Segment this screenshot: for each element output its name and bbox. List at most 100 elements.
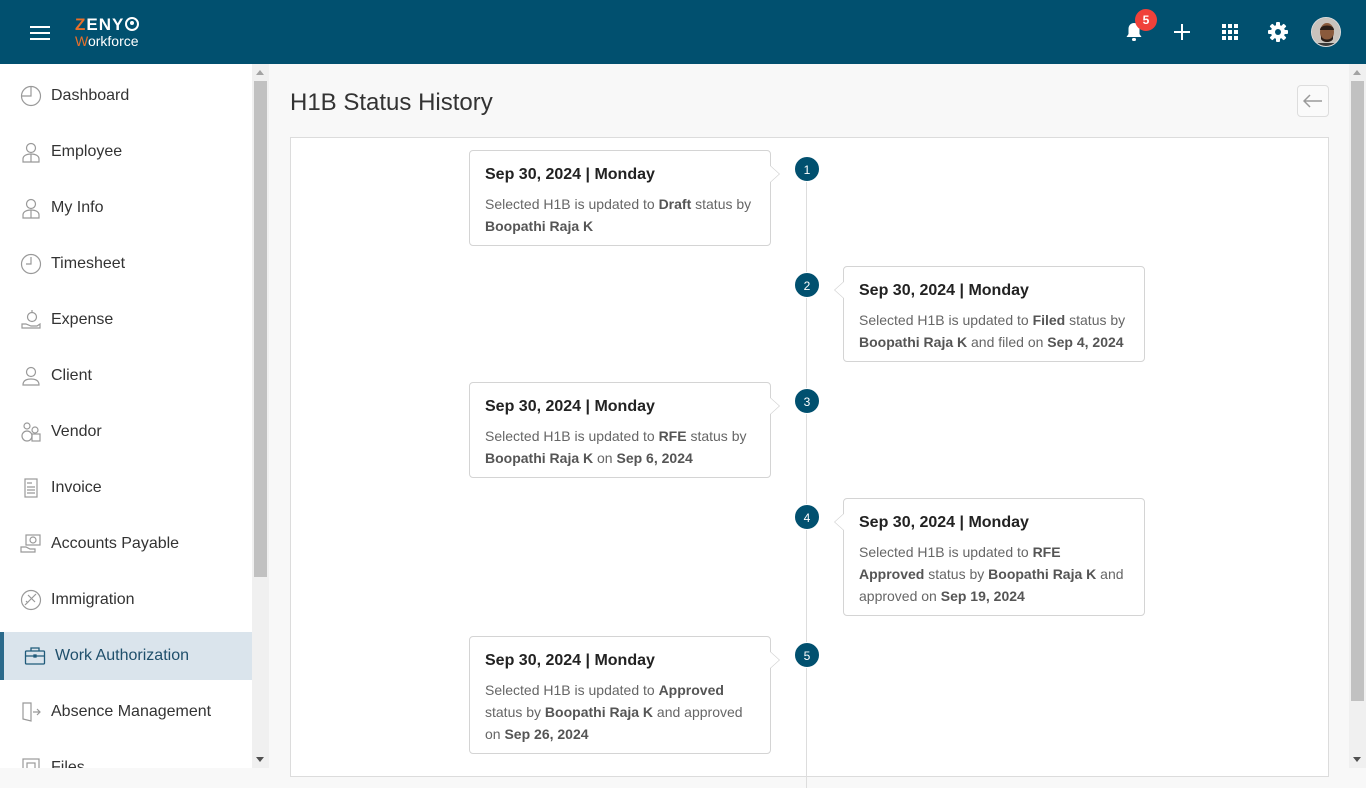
logo-letter-w: W xyxy=(75,33,88,49)
sidebar-item-my-info[interactable]: My Info xyxy=(0,184,252,232)
sidebar-item-label: Invoice xyxy=(51,479,102,496)
highlight-text: Sep 26, 2024 xyxy=(504,726,589,742)
highlight-text: Boopathi Raja K xyxy=(544,704,654,720)
description-text: status by xyxy=(686,428,747,444)
highlight-text: Boopathi Raja K xyxy=(859,334,968,350)
description-text: status by xyxy=(924,566,989,582)
sidebar-item-label: My Info xyxy=(51,199,104,216)
highlight-text: Boopathi Raja K xyxy=(485,450,594,466)
timeline-step-4: 4 xyxy=(794,504,820,530)
dashboard-icon xyxy=(20,85,42,107)
highlight-text: Sep 6, 2024 xyxy=(616,450,693,466)
accounts-payable-icon xyxy=(20,533,42,555)
sidebar-item-dashboard[interactable]: Dashboard xyxy=(0,72,252,120)
description-text: and filed on xyxy=(967,334,1048,350)
scroll-down-icon[interactable] xyxy=(256,757,264,762)
sidebar-item-label: Dashboard xyxy=(51,87,130,104)
sidebar-item-label: Client xyxy=(51,367,92,384)
files-icon xyxy=(20,757,42,768)
absence-icon xyxy=(20,701,42,723)
timeline-step-5: 5 xyxy=(794,642,820,668)
sidebar-item-invoice[interactable]: Invoice xyxy=(0,464,252,512)
scroll-up-icon[interactable] xyxy=(1353,70,1361,75)
logo-text-bottom: orkforce xyxy=(87,33,139,49)
my-info-icon xyxy=(20,197,42,219)
timeline-card-2: Sep 30, 2024 | Monday Selected H1B is up… xyxy=(834,266,1145,362)
timeline-step-2: 2 xyxy=(794,272,820,298)
description-text: Selected H1B is updated to xyxy=(859,544,1033,560)
logo-text-top: ENY xyxy=(86,15,125,34)
sidebar-item-work-authorization[interactable]: Work Authorization xyxy=(0,632,252,680)
sidebar-scrollbar[interactable] xyxy=(252,64,269,768)
description-text: Selected H1B is updated to xyxy=(859,312,1033,328)
sidebar-item-label: Files xyxy=(51,759,85,768)
sidebar-item-files[interactable]: Files xyxy=(0,744,252,768)
card-description: Selected H1B is updated to RFE status by… xyxy=(485,425,755,469)
sidebar-item-accounts-payable[interactable]: Accounts Payable xyxy=(0,520,252,568)
sidebar-item-employee[interactable]: Employee xyxy=(0,128,252,176)
highlight-text: Sep 19, 2024 xyxy=(940,588,1025,604)
back-button[interactable] xyxy=(1297,85,1329,117)
vendor-icon xyxy=(20,421,42,443)
briefcase-icon xyxy=(24,645,46,667)
card-date: Sep 30, 2024 | Monday xyxy=(859,514,1029,531)
timeline-card-4: Sep 30, 2024 | Monday Selected H1B is up… xyxy=(834,498,1145,616)
sidebar-item-label: Work Authorization xyxy=(55,647,189,664)
sidebar-item-client[interactable]: Client xyxy=(0,352,252,400)
card-date: Sep 30, 2024 | Monday xyxy=(859,282,1029,299)
sidebar-item-absence-management[interactable]: Absence Management xyxy=(0,688,252,736)
description-text: Selected H1B is updated to xyxy=(485,196,659,212)
apps-grid-icon[interactable] xyxy=(1218,20,1242,44)
notification-badge[interactable]: 5 xyxy=(1135,9,1157,31)
highlight-text: Filed xyxy=(1032,312,1066,328)
description-text: status by xyxy=(485,704,545,720)
plus-icon[interactable] xyxy=(1170,20,1194,44)
description-text: Selected H1B is updated to xyxy=(485,428,659,444)
sidebar-item-label: Expense xyxy=(51,311,114,328)
main-scrollbar[interactable] xyxy=(1349,64,1366,768)
highlight-text: Approved xyxy=(658,682,724,698)
status-timeline: 1 Sep 30, 2024 | Monday Selected H1B is … xyxy=(290,137,1329,788)
sidebar-item-label: Timesheet xyxy=(51,255,126,272)
card-description: Selected H1B is updated to Filed status … xyxy=(859,309,1129,353)
invoice-icon xyxy=(20,477,42,499)
sidebar-item-timesheet[interactable]: Timesheet xyxy=(0,240,252,288)
logo-letter-z: Z xyxy=(75,15,87,34)
timeline-card-5: Sep 30, 2024 | Monday Selected H1B is up… xyxy=(469,636,780,754)
sidebar: Dashboard Employee My Info Timesheet Exp… xyxy=(0,64,252,768)
sidebar-item-label: Accounts Payable xyxy=(51,535,180,552)
description-text: status by xyxy=(1065,312,1126,328)
card-date: Sep 30, 2024 | Monday xyxy=(485,652,655,669)
description-text: Selected H1B is updated to xyxy=(485,682,659,698)
highlight-text: Draft xyxy=(658,196,692,212)
highlight-text: Sep 4, 2024 xyxy=(1047,334,1124,350)
highlight-text: Boopathi Raja K xyxy=(988,566,1097,582)
highlight-text: Boopathi Raja K xyxy=(485,218,594,234)
menu-icon[interactable] xyxy=(30,26,50,40)
sidebar-item-immigration[interactable]: Immigration xyxy=(0,576,252,624)
card-description: Selected H1B is updated to Draft status … xyxy=(485,193,755,237)
timeline-card-3: Sep 30, 2024 | Monday Selected H1B is up… xyxy=(469,382,780,478)
arrow-left-icon xyxy=(1303,94,1322,108)
user-avatar[interactable] xyxy=(1311,17,1341,47)
sidebar-item-expense[interactable]: Expense xyxy=(0,296,252,344)
top-bar: ZENY Workforce 5 xyxy=(0,0,1366,64)
scroll-down-icon[interactable] xyxy=(1353,757,1361,762)
card-description: Selected H1B is updated to Approved stat… xyxy=(485,679,755,745)
sidebar-item-label: Vendor xyxy=(51,423,102,440)
highlight-text: RFE xyxy=(658,428,687,444)
timeline-line xyxy=(806,168,807,788)
card-date: Sep 30, 2024 | Monday xyxy=(485,398,655,415)
sidebar-item-vendor[interactable]: Vendor xyxy=(0,408,252,456)
card-description: Selected H1B is updated to RFE Approved … xyxy=(859,541,1129,607)
scroll-up-icon[interactable] xyxy=(256,70,264,75)
timeline-card-1: Sep 30, 2024 | Monday Selected H1B is up… xyxy=(469,150,780,246)
clock-icon xyxy=(20,253,42,275)
sidebar-item-label: Employee xyxy=(51,143,123,160)
timeline-step-1: 1 xyxy=(794,156,820,182)
sidebar-item-label: Immigration xyxy=(51,591,135,608)
sidebar-scroll-thumb[interactable] xyxy=(254,81,267,577)
gear-icon[interactable] xyxy=(1266,20,1290,44)
main-scroll-thumb[interactable] xyxy=(1351,81,1364,701)
logo[interactable]: ZENY Workforce xyxy=(75,15,140,49)
